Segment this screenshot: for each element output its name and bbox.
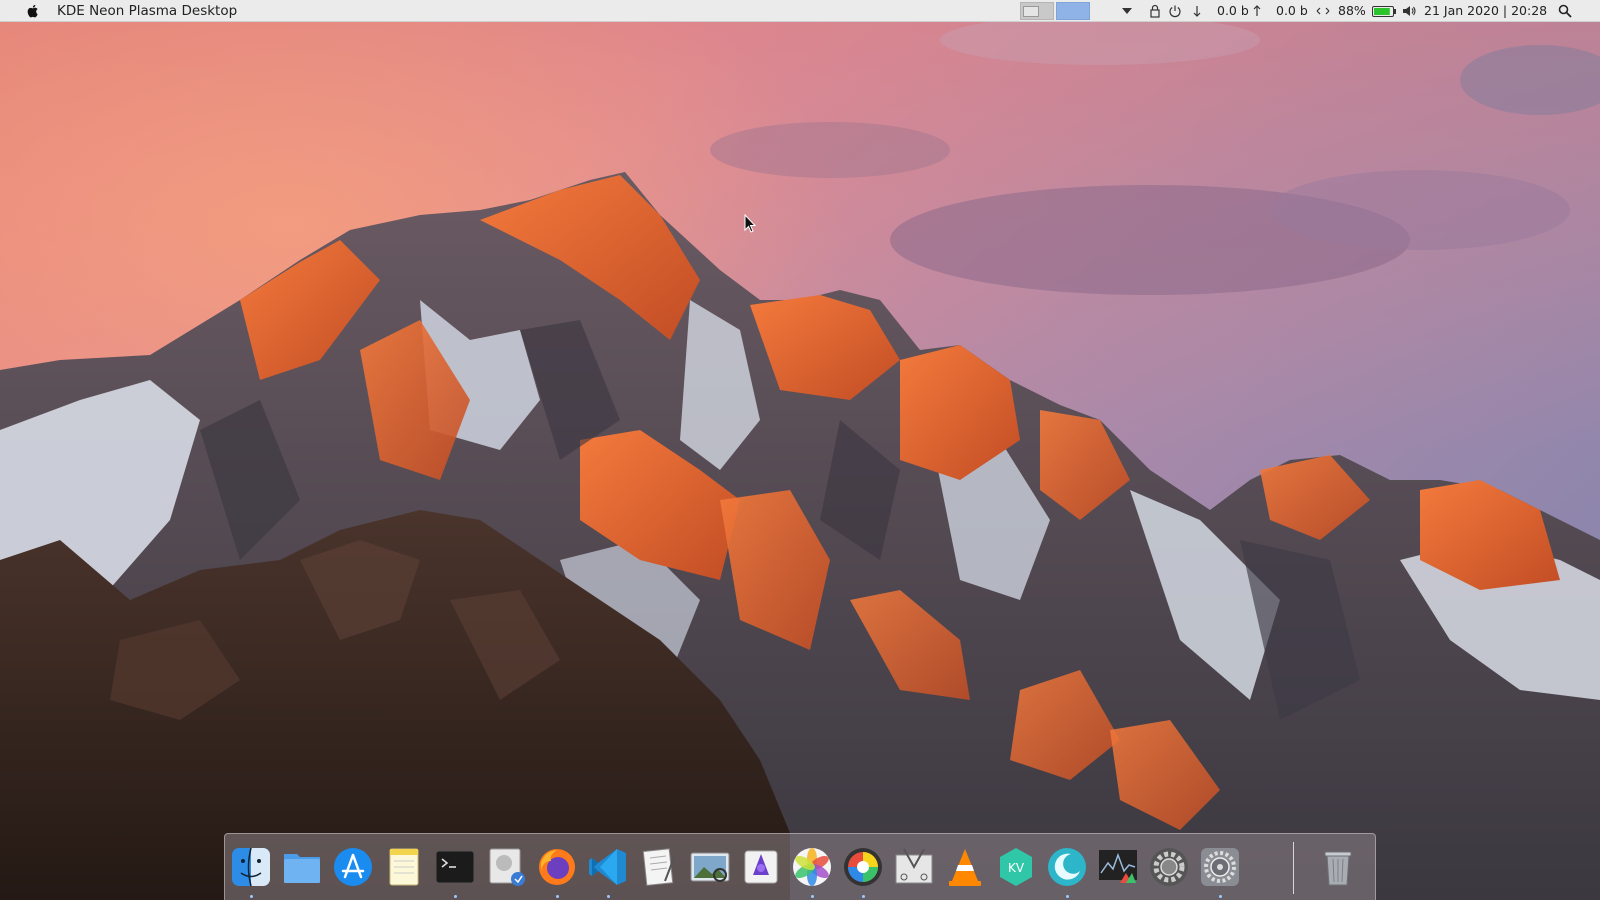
upload-rate: 0.0 b xyxy=(1276,3,1308,18)
system-preferences-icon[interactable] xyxy=(1198,845,1242,889)
screenshot-icon[interactable] xyxy=(892,845,936,889)
color-picker-icon[interactable] xyxy=(841,845,885,889)
download-arrow-icon xyxy=(1193,6,1201,17)
wizard-app-icon[interactable] xyxy=(739,845,783,889)
settings-gear-icon[interactable] xyxy=(1147,845,1191,889)
search-icon[interactable] xyxy=(1558,4,1572,18)
power-icon[interactable] xyxy=(1168,4,1182,18)
system-monitor-icon[interactable] xyxy=(1096,845,1140,889)
svg-text:KV: KV xyxy=(1008,861,1025,875)
desktop-wallpaper xyxy=(0,0,1600,900)
running-indicator xyxy=(607,895,610,898)
running-indicator xyxy=(811,895,814,898)
kvantum-icon[interactable]: KV xyxy=(994,845,1038,889)
running-indicator xyxy=(250,895,253,898)
image-viewer-icon[interactable] xyxy=(688,845,732,889)
vscode-icon[interactable] xyxy=(586,845,630,889)
running-indicator xyxy=(1219,895,1222,898)
volume-icon[interactable] xyxy=(1402,4,1416,18)
desktop-2-button[interactable] xyxy=(1056,2,1090,20)
battery-icon[interactable] xyxy=(1372,6,1396,17)
apple-logo-icon[interactable] xyxy=(25,3,41,19)
trash-icon[interactable] xyxy=(1316,845,1360,889)
running-indicator xyxy=(556,895,559,898)
firefox-icon[interactable] xyxy=(535,845,579,889)
dock-separator xyxy=(1293,842,1294,894)
window-thumbnail xyxy=(1023,6,1039,17)
text-editor-icon[interactable] xyxy=(637,845,681,889)
photos-icon[interactable] xyxy=(790,845,834,889)
running-indicator xyxy=(1066,895,1069,898)
finder-icon[interactable] xyxy=(229,845,273,889)
network-icon[interactable] xyxy=(1316,4,1330,18)
running-indicator xyxy=(454,895,457,898)
virtual-desktop-pager xyxy=(1020,2,1090,20)
moon-app-icon[interactable] xyxy=(1045,845,1089,889)
app-store-icon[interactable] xyxy=(331,845,375,889)
desktop-1-button[interactable] xyxy=(1020,2,1054,20)
notes-icon[interactable] xyxy=(382,845,426,889)
preview-icon[interactable] xyxy=(484,845,528,889)
top-panel: KDE Neon Plasma Desktop 0.0 b 0.0 b 88% … xyxy=(0,0,1600,22)
active-app-title[interactable]: KDE Neon Plasma Desktop xyxy=(57,0,237,22)
lock-icon[interactable] xyxy=(1148,4,1162,18)
terminal-icon[interactable] xyxy=(433,845,477,889)
upload-arrow-icon xyxy=(1253,5,1261,16)
vlc-icon[interactable] xyxy=(943,845,987,889)
clock[interactable]: 21 Jan 2020 | 20:28 xyxy=(1424,0,1547,22)
expand-tray-icon[interactable] xyxy=(1120,4,1134,18)
download-rate: 0.0 b xyxy=(1217,3,1249,18)
mouse-pointer-icon xyxy=(744,214,756,233)
folder-icon[interactable] xyxy=(280,845,324,889)
dock: KV xyxy=(224,833,1376,900)
battery-percent: 88% xyxy=(1338,3,1366,18)
running-indicator xyxy=(862,895,865,898)
